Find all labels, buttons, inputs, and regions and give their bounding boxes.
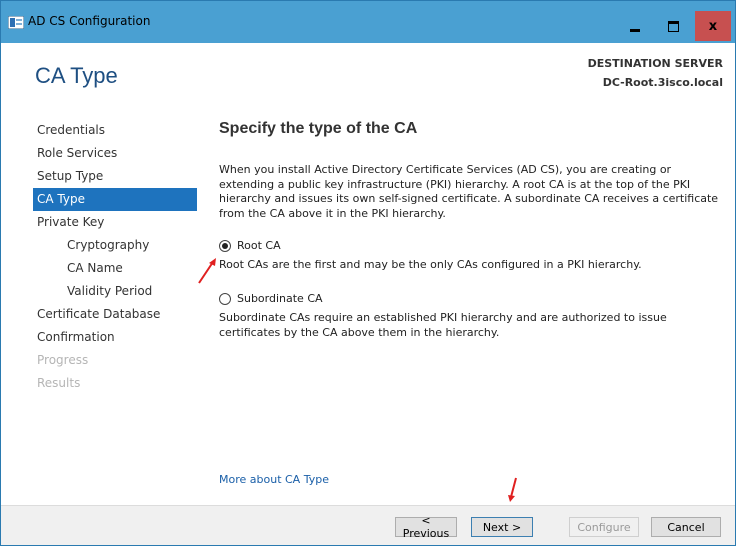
maximize-icon xyxy=(667,20,679,32)
maximize-button[interactable] xyxy=(655,11,691,41)
section-heading: Specify the type of the CA xyxy=(219,120,418,137)
subordinate-ca-radio[interactable] xyxy=(219,292,231,305)
nav-item-private-key[interactable]: Private Key xyxy=(35,211,197,234)
root-ca-description: Root CAs are the first and may be the on… xyxy=(219,258,642,271)
next-button[interactable]: Next > xyxy=(471,517,533,537)
nav-item-validity-period[interactable]: Validity Period xyxy=(35,280,197,303)
root-ca-option[interactable]: Root CA xyxy=(219,239,281,252)
page-title: CA Type xyxy=(35,63,118,88)
main-content: Specify the type of the CA When you inst… xyxy=(219,119,723,339)
nav-item-ca-name[interactable]: CA Name xyxy=(35,257,197,280)
cancel-button[interactable]: Cancel xyxy=(651,517,721,537)
nav-item-results: Results xyxy=(37,376,81,390)
subordinate-ca-description: Subordinate CAs require an established P… xyxy=(219,311,667,339)
more-about-ca-type-link[interactable]: More about CA Type xyxy=(219,473,329,486)
close-button[interactable]: x xyxy=(695,11,731,41)
configure-button[interactable]: Configure xyxy=(569,517,639,537)
annotation-arrow-icon xyxy=(198,258,216,284)
title-bar[interactable]: AD CS Configuration x xyxy=(1,1,735,43)
destination-server-label: DESTINATION SERVER xyxy=(587,57,723,70)
subordinate-ca-option[interactable]: Subordinate CA xyxy=(219,292,323,305)
nav-item-role-services[interactable]: Role Services xyxy=(35,142,197,165)
annotation-arrow-icon xyxy=(508,477,517,502)
destination-server-name: DC-Root.3isco.local xyxy=(602,76,723,89)
wizard-window: AD CS Configuration x CA Type DESTINATIO… xyxy=(0,0,736,546)
nav-item-ca-type[interactable]: CA Type xyxy=(33,188,197,211)
server-manager-icon xyxy=(8,16,24,29)
nav-item-progress: Progress xyxy=(37,353,89,367)
close-icon: x xyxy=(708,18,718,34)
minimize-button[interactable] xyxy=(617,11,653,41)
wizard-navigation: Credentials Role Services Setup Type CA … xyxy=(33,119,197,395)
minimize-icon xyxy=(630,28,640,32)
nav-item-credentials[interactable]: Credentials xyxy=(35,119,197,142)
wizard-footer: < Previous Next > Configure Cancel xyxy=(1,505,735,545)
subordinate-ca-label: Subordinate CA xyxy=(237,292,323,305)
root-ca-radio[interactable] xyxy=(219,239,231,252)
nav-item-confirmation[interactable]: Confirmation xyxy=(35,326,197,349)
previous-button[interactable]: < Previous xyxy=(395,514,457,540)
ca-type-description: When you install Active Directory Certif… xyxy=(219,163,719,220)
nav-item-setup-type[interactable]: Setup Type xyxy=(35,165,197,188)
root-ca-label: Root CA xyxy=(237,239,281,252)
nav-item-cryptography[interactable]: Cryptography xyxy=(35,234,197,257)
nav-item-certificate-database[interactable]: Certificate Database xyxy=(35,303,197,326)
window-title: AD CS Configuration xyxy=(28,14,151,28)
